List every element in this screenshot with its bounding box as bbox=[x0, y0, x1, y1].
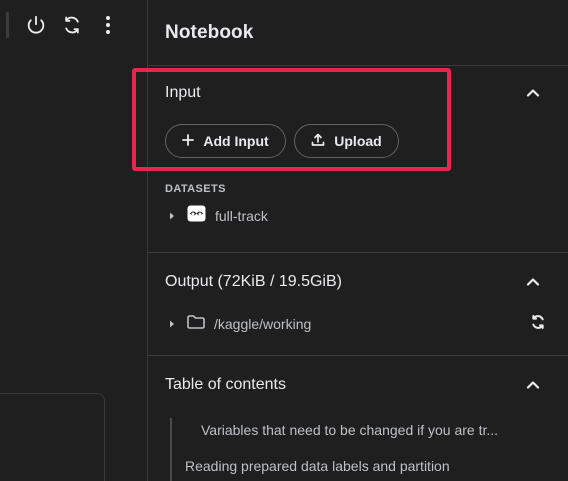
toc-item[interactable]: Variables that need to be changed if you… bbox=[201, 422, 498, 438]
upload-icon bbox=[311, 133, 325, 150]
chevron-up-icon[interactable] bbox=[523, 82, 543, 102]
kaggle-notebook-ui: Notebook Input Add Input Upload DATASETS bbox=[0, 0, 568, 481]
caret-right-icon[interactable] bbox=[165, 212, 179, 220]
output-folder-item[interactable]: /kaggle/working bbox=[165, 313, 311, 335]
panel-title: Notebook bbox=[165, 22, 254, 43]
notebook-side-panel: Notebook Input Add Input Upload DATASETS bbox=[147, 0, 568, 481]
dataset-icon bbox=[187, 205, 206, 227]
plus-icon bbox=[182, 133, 195, 149]
refresh-icon[interactable] bbox=[59, 12, 85, 38]
chevron-up-icon[interactable] bbox=[523, 271, 543, 291]
output-folder-path: /kaggle/working bbox=[214, 316, 312, 332]
more-vert-icon[interactable] bbox=[95, 12, 121, 38]
toolbar-divider bbox=[6, 12, 9, 38]
input-section-heading[interactable]: Input bbox=[165, 84, 201, 102]
editor-pane bbox=[0, 0, 147, 481]
section-divider bbox=[148, 355, 568, 356]
upload-button[interactable]: Upload bbox=[294, 124, 399, 158]
power-icon[interactable] bbox=[23, 12, 49, 38]
toc-section-heading[interactable]: Table of contents bbox=[165, 376, 286, 394]
dataset-name: full-track bbox=[215, 208, 268, 224]
toc-item[interactable]: Reading prepared data labels and partiti… bbox=[185, 458, 450, 474]
upload-label: Upload bbox=[334, 133, 382, 149]
caret-right-icon[interactable] bbox=[165, 320, 179, 328]
add-input-label: Add Input bbox=[203, 133, 269, 149]
toc-indent-line bbox=[170, 418, 172, 481]
refresh-output-icon[interactable] bbox=[528, 312, 548, 332]
dataset-item[interactable]: full-track bbox=[165, 205, 268, 227]
chevron-up-icon[interactable] bbox=[523, 374, 543, 394]
datasets-label: DATASETS bbox=[165, 183, 226, 195]
editor-cell[interactable] bbox=[0, 393, 105, 481]
section-divider bbox=[148, 252, 568, 253]
output-section-heading[interactable]: Output (72KiB / 19.5GiB) bbox=[165, 273, 342, 291]
add-input-button[interactable]: Add Input bbox=[165, 124, 286, 158]
folder-icon bbox=[187, 314, 205, 334]
section-divider bbox=[148, 65, 568, 66]
